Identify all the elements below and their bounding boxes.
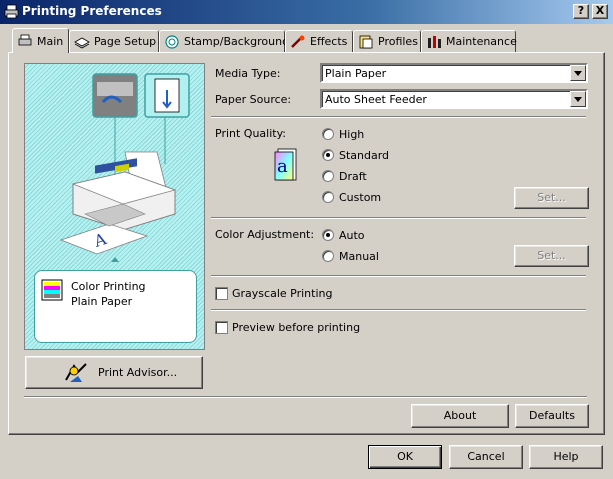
color-set-button[interactable]: Set... [514, 245, 589, 267]
tab-stamp-background[interactable]: Stamp/Background [159, 30, 289, 52]
window-title: Printing Preferences [22, 4, 162, 18]
media-type-select[interactable]: Plain Paper [320, 63, 588, 83]
pages-icon [74, 35, 90, 49]
paper-source-label: Paper Source: [215, 93, 292, 106]
stamp-icon [164, 34, 180, 49]
quality-custom-radio[interactable] [322, 191, 334, 203]
help-caption-button[interactable]: ? [573, 4, 589, 19]
svg-text:a: a [277, 156, 288, 177]
status-color-printing: Color Printing [71, 280, 146, 293]
color-printing-icon [41, 279, 63, 301]
help-icon: ? [577, 4, 585, 17]
about-label: About [443, 409, 477, 422]
help-button[interactable]: Help [529, 445, 603, 469]
print-advisor-label: Print Advisor... [98, 366, 178, 379]
quality-draft-label[interactable]: Draft [339, 170, 367, 183]
defaults-button[interactable]: Defaults [515, 404, 589, 428]
quality-standard-label[interactable]: Standard [339, 149, 389, 162]
close-caption-button[interactable]: X [592, 4, 608, 19]
status-paper-type: Plain Paper [71, 295, 133, 308]
color-manual-label[interactable]: Manual [339, 250, 379, 263]
chevron-down-icon [574, 71, 582, 76]
quality-draft-radio[interactable] [322, 170, 334, 182]
maintenance-icon [426, 35, 442, 49]
media-type-value: Plain Paper [325, 67, 387, 80]
color-manual-radio[interactable] [322, 250, 334, 262]
ok-label: OK [397, 450, 413, 463]
profiles-icon [358, 35, 374, 49]
divider [24, 396, 587, 398]
preview-before-printing-checkbox[interactable] [215, 321, 228, 334]
print-status-box: Color Printing Plain Paper [34, 270, 197, 343]
cancel-button[interactable]: Cancel [449, 445, 523, 469]
about-button[interactable]: About [411, 404, 509, 428]
title-bar[interactable]: Printing Preferences ? X [0, 0, 613, 24]
tab-page-setup[interactable]: Page Setup [69, 30, 159, 52]
dropdown-arrow[interactable] [570, 91, 586, 107]
tab-label: Main [37, 34, 64, 48]
advisor-icon [65, 363, 87, 382]
media-type-label: Media Type: [215, 67, 281, 80]
defaults-label: Defaults [529, 409, 575, 422]
tab-profiles[interactable]: Profiles [353, 30, 421, 52]
tab-label: Page Setup [94, 35, 157, 48]
set-label: Set... [537, 249, 566, 262]
divider [211, 217, 586, 219]
quality-standard-radio[interactable] [322, 149, 334, 161]
dropdown-arrow[interactable] [570, 65, 586, 81]
tab-label: Profiles [378, 35, 418, 48]
color-auto-radio[interactable] [322, 229, 334, 241]
quality-set-button[interactable]: Set... [514, 187, 589, 209]
color-adjustment-label: Color Adjustment: [215, 228, 315, 241]
grayscale-checkbox[interactable] [215, 287, 228, 300]
grayscale-label[interactable]: Grayscale Printing [232, 287, 332, 300]
chevron-down-icon [574, 97, 582, 102]
effects-icon [290, 35, 306, 49]
quality-high-radio[interactable] [322, 128, 334, 140]
preview-before-printing-label[interactable]: Preview before printing [232, 321, 360, 334]
print-advisor-button[interactable]: Print Advisor... [25, 356, 203, 389]
quality-custom-label[interactable]: Custom [339, 191, 381, 204]
print-quality-label: Print Quality: [215, 127, 287, 140]
printer-illustration: A [59, 73, 190, 262]
paper-source-value: Auto Sheet Feeder [325, 93, 427, 106]
help-label: Help [553, 450, 579, 463]
cancel-label: Cancel [467, 450, 505, 463]
printer-icon [17, 34, 33, 48]
printer-icon [4, 4, 19, 19]
printer-preview: A Color Printing Plain Paper [24, 63, 205, 350]
paper-source-select[interactable]: Auto Sheet Feeder [320, 89, 588, 109]
set-label: Set... [537, 191, 566, 204]
tab-label: Effects [310, 35, 348, 48]
print-quality-icon: a [274, 148, 297, 181]
tab-effects[interactable]: Effects [285, 30, 353, 52]
tab-label: Stamp/Background [184, 35, 290, 48]
close-icon: X [595, 4, 605, 17]
divider [211, 116, 586, 118]
tab-main[interactable]: Main [12, 28, 69, 53]
divider [211, 309, 586, 311]
quality-high-label[interactable]: High [339, 128, 364, 141]
tab-maintenance[interactable]: Maintenance [421, 30, 517, 52]
ok-button[interactable]: OK [368, 445, 442, 469]
tab-label: Maintenance [446, 35, 517, 48]
divider [211, 275, 586, 277]
color-auto-label[interactable]: Auto [339, 229, 365, 242]
